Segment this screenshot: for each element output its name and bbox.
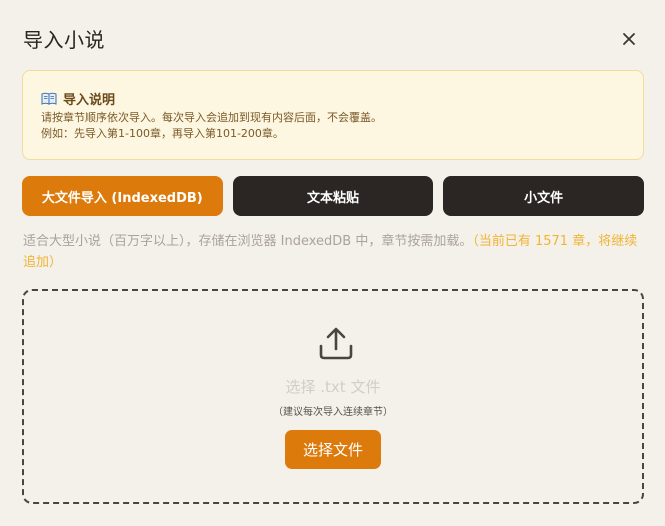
description-text: 适合大型小说（百万字以上），存储在浏览器 IndexedDB 中，章节按需加载。 xyxy=(23,234,473,249)
dropzone-label: 选择 .txt 文件 xyxy=(285,378,381,396)
upload-icon xyxy=(319,327,353,360)
dropzone-hint: （建议每次导入连续章节） xyxy=(273,407,393,418)
import-novel-dialog: 导入小说 导入说明 请按章节顺序依次导入。每次导入会追加到现有内容后面，不会覆盖… xyxy=(0,0,665,526)
dialog-title: 导入小说 xyxy=(23,28,105,52)
tab-small-file[interactable]: 小文件 xyxy=(443,176,645,216)
file-dropzone[interactable]: 选择 .txt 文件 （建议每次导入连续章节） 选择文件 xyxy=(22,289,644,504)
notice-title: 导入说明 xyxy=(63,92,116,108)
tab-text-paste[interactable]: 文本粘贴 xyxy=(232,176,434,216)
notice-header: 导入说明 xyxy=(41,88,625,108)
book-icon xyxy=(41,92,57,105)
choose-file-button[interactable]: 选择文件 xyxy=(285,430,381,469)
import-mode-tabs: 大文件导入 (IndexedDB) 文本粘贴 小文件 xyxy=(22,176,645,216)
close-icon xyxy=(623,33,635,45)
notice-line-2: 例如：先导入第1-100章，再导入第101-200章。 xyxy=(41,127,284,140)
notice-line-1: 请按章节顺序依次导入。每次导入会追加到现有内容后面，不会覆盖。 xyxy=(41,111,382,124)
tab-large-file-indexeddb[interactable]: 大文件导入 (IndexedDB) xyxy=(22,176,223,216)
close-button[interactable] xyxy=(616,26,642,52)
import-notice: 导入说明 请按章节顺序依次导入。每次导入会追加到现有内容后面，不会覆盖。 例如：… xyxy=(22,70,644,160)
mode-description: 适合大型小说（百万字以上），存储在浏览器 IndexedDB 中，章节按需加载。… xyxy=(23,231,638,273)
